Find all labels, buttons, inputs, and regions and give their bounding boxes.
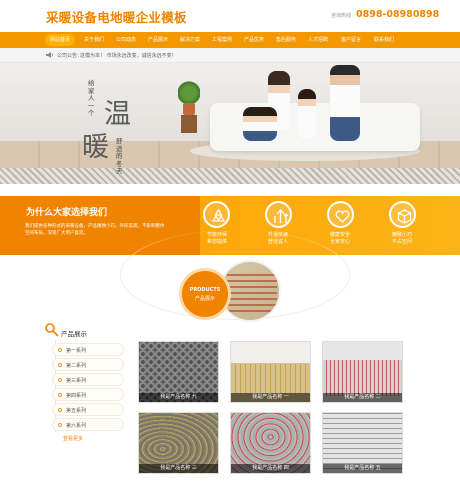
sidebar-item-3[interactable]: 第三系列 xyxy=(52,373,124,386)
site-title[interactable]: 采暖设备电地暖企业模板 xyxy=(46,7,187,26)
nav-item-message[interactable]: 客户留言 xyxy=(341,32,361,48)
products-feature-image[interactable] xyxy=(219,260,281,322)
banner-person-child xyxy=(243,107,277,141)
sidebar-item-2[interactable]: 第二系列 xyxy=(52,358,124,371)
recycle-icon xyxy=(203,201,230,228)
sidebar-item-5[interactable]: 第五系列 xyxy=(52,403,124,416)
page: 采暖设备电地暖企业模板 咨询热线 0898-08980898 网站首页 关于我们… xyxy=(0,0,460,488)
product-card-1[interactable]: 我是产品名称 九 xyxy=(138,341,219,403)
nav-item-about[interactable]: 关于我们 xyxy=(84,32,104,48)
header: 采暖设备电地暖企业模板 咨询热线 0898-08980898 xyxy=(0,0,460,32)
view-more-link[interactable]: 查看更多 xyxy=(63,435,83,442)
why-description: 我们提供多种形式的采暖设备，产品精致小巧，外形美观，不影响整体空间布局，深受广大… xyxy=(25,224,165,236)
banner-headline-2: 暖 xyxy=(82,132,109,163)
sidebar-item-4[interactable]: 第四系列 xyxy=(52,388,124,401)
product-card-4[interactable]: 我是产品名称 三 xyxy=(138,412,219,474)
products-badge-cn: 产品展示 xyxy=(194,296,215,302)
banner-person-girl xyxy=(298,89,316,139)
sidebar-item-label: 第五系列 xyxy=(66,407,87,414)
product-caption: 我是产品名称 五 xyxy=(323,464,402,473)
sidebar-item-label: 第四系列 xyxy=(66,392,87,399)
product-caption: 我是产品名称 三 xyxy=(139,464,218,473)
banner-plant xyxy=(178,73,200,133)
product-card-6[interactable]: 我是产品名称 五 xyxy=(322,412,403,474)
nav-item-service[interactable]: 售后服务 xyxy=(276,32,296,48)
nav-item-news[interactable]: 公司动态 xyxy=(116,32,136,48)
notice-label: 公司公告： xyxy=(57,53,83,59)
product-card-5[interactable]: 我是产品名称 四 xyxy=(230,412,311,474)
main-nav: 网站首页 关于我们 公司动态 产品展示 解决方案 工程案例 产品优势 售后服务 … xyxy=(0,32,460,48)
hotline-label: 咨询热线 xyxy=(331,13,352,19)
box-icon xyxy=(389,201,416,228)
sidebar-item-6[interactable]: 第六系列 xyxy=(52,418,124,431)
banner-heating-mesh xyxy=(0,168,460,184)
sidebar-item-label: 第二系列 xyxy=(66,362,87,369)
banner-person-father xyxy=(330,65,360,141)
nav-item-products[interactable]: 产品展示 xyxy=(148,32,168,48)
feature-compact-line1: 精致小巧 xyxy=(391,232,412,238)
notice-bar: 公司公告： 这模为本！ 市场永远改变，诚信永远不变！ xyxy=(0,48,460,63)
feature-compact-line2: 不占空间 xyxy=(391,239,412,245)
nav-item-solutions[interactable]: 解决方案 xyxy=(180,32,200,48)
products-badge xyxy=(182,271,228,317)
sidebar-item-label: 第三系列 xyxy=(66,377,87,384)
hotline-number: 0898-08980898 xyxy=(356,9,440,20)
nav-item-advantages[interactable]: 产品优势 xyxy=(244,32,264,48)
product-card-3[interactable]: 我是产品名称 二 xyxy=(322,341,403,403)
heart-icon xyxy=(327,201,354,228)
nav-item-contact[interactable]: 联系我们 xyxy=(374,32,394,48)
why-title: 为什么大家选择我们 xyxy=(26,208,108,218)
feature-safe: 健康安全 全家安心 xyxy=(320,232,360,246)
feature-safe-line1: 健康安全 xyxy=(329,232,350,238)
arrows-up-icon xyxy=(265,201,292,228)
feature-compact: 精致小巧 不占空间 xyxy=(382,232,422,246)
sidebar-item-1[interactable]: 第一系列 xyxy=(52,343,124,356)
product-caption: 我是产品名称 二 xyxy=(323,393,402,402)
product-caption: 我是产品名称 九 xyxy=(139,393,218,402)
sidebar-item-label: 第一系列 xyxy=(66,347,87,354)
product-caption: 我是产品名称 一 xyxy=(231,393,310,402)
magnifier-icon xyxy=(45,323,59,337)
nav-item-cases[interactable]: 工程案例 xyxy=(212,32,232,48)
product-card-2[interactable]: 我是产品名称 一 xyxy=(230,341,311,403)
banner-tagline-1: 给家人一个 xyxy=(88,79,95,117)
notice-text[interactable]: 这模为本！ 市场永远改变，诚信永远不变！ xyxy=(80,52,177,59)
nav-item-home[interactable]: 网站首页 xyxy=(45,34,76,46)
banner-tagline-2: 舒适的冬天 xyxy=(116,137,123,175)
nav-item-jobs[interactable]: 人才招聘 xyxy=(308,32,328,48)
product-caption: 我是产品名称 四 xyxy=(231,464,310,473)
products-badge-en: PRODUCTS xyxy=(189,287,221,293)
hero-banner[interactable] xyxy=(0,63,460,184)
feature-safe-line2: 全家安心 xyxy=(329,239,350,245)
sidebar-title: 产品展示 xyxy=(61,330,87,338)
sidebar-item-label: 第六系列 xyxy=(66,422,87,429)
speaker-icon xyxy=(46,52,53,58)
